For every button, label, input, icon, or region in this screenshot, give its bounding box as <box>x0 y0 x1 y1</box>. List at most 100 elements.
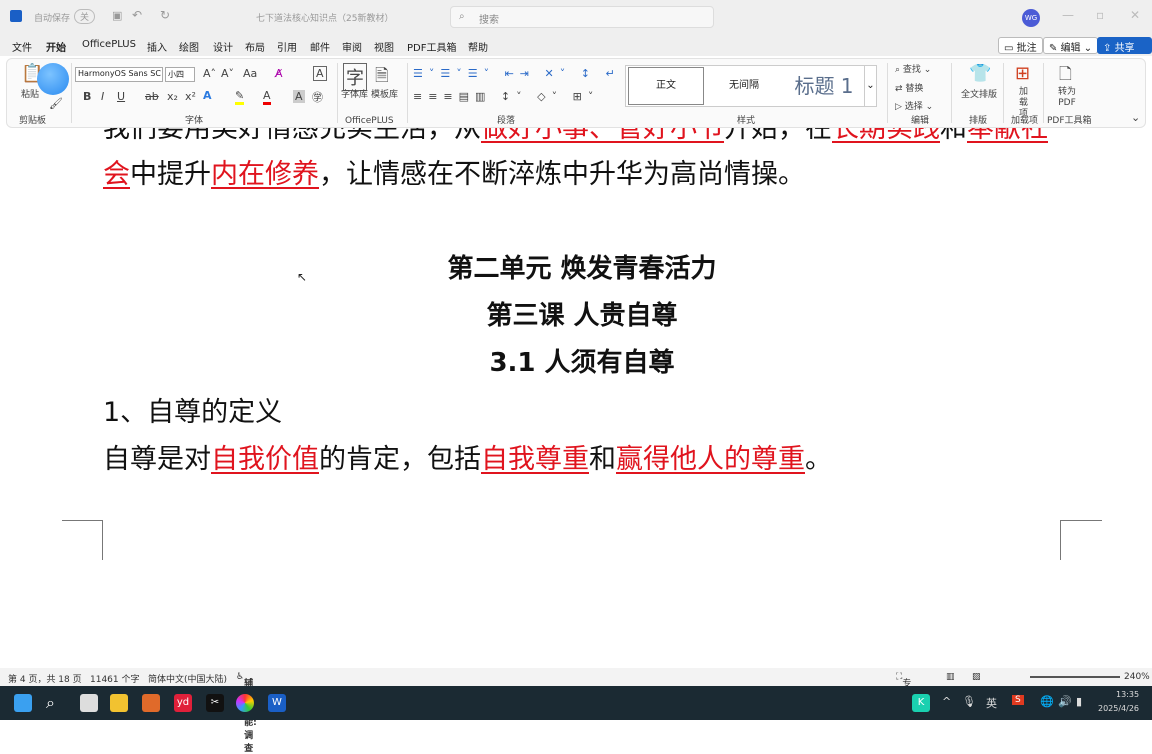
search-placeholder: 搜索 <box>479 15 499 26</box>
change-case-icon[interactable]: Aa <box>243 67 257 80</box>
maximize-button[interactable]: ▫ <box>1096 8 1104 22</box>
word-taskbar-icon[interactable]: W <box>268 694 286 712</box>
menu-review[interactable]: 审阅 <box>342 39 362 54</box>
menu-officeplus[interactable]: OfficePLUS <box>82 39 136 50</box>
underline-icon[interactable]: U <box>117 90 125 103</box>
autosave-toggle[interactable]: 关 <box>74 9 96 24</box>
microphone-icon[interactable]: 🎙 <box>962 695 976 708</box>
k-app-icon[interactable]: K <box>912 694 930 712</box>
addins-icon[interactable]: ⊞ <box>1015 63 1030 84</box>
zoom-slider[interactable] <box>1030 676 1120 678</box>
language[interactable]: 简体中文(中国大陆) <box>148 672 227 685</box>
pdf-icon[interactable]: 🗋 <box>1059 63 1072 90</box>
input-language[interactable]: 英 <box>986 695 997 711</box>
capcut-icon[interactable]: ✂ <box>206 694 224 712</box>
select-button[interactable]: ▷ 选择 ⌄ <box>895 99 933 112</box>
document-title[interactable]: 七下道法核心知识点（25新教材） <box>256 11 393 24</box>
accessibility[interactable]: ♿ 辅助功能: 调查 <box>236 672 257 754</box>
task-view-icon[interactable] <box>80 694 98 712</box>
browser-icon[interactable] <box>236 694 254 712</box>
document-page[interactable]: 我们要用美好情感充实生活，从做好小事、管好小节开始，在长期实践和奉献社 会中提升… <box>0 128 1152 658</box>
grow-font-icon[interactable]: A˄ <box>203 67 216 80</box>
underlined-keyword: 内在修养 <box>211 159 319 190</box>
menu-draw[interactable]: 绘图 <box>179 39 199 54</box>
redo-icon[interactable]: ↻ <box>160 8 170 22</box>
char-border-icon[interactable]: A <box>313 66 327 81</box>
avatar[interactable]: WG <box>1022 9 1040 27</box>
convert-pdf-label[interactable]: 转为PDF <box>1055 87 1079 109</box>
close-button[interactable]: ✕ <box>1130 8 1140 22</box>
paste-label[interactable]: 粘贴 <box>21 87 39 100</box>
subscript-icon[interactable]: x₂ <box>167 90 178 103</box>
menu-mailings[interactable]: 邮件 <box>310 39 330 54</box>
menu-pdf-toolbox[interactable]: PDF工具箱 <box>407 39 456 54</box>
collapse-ribbon-icon[interactable]: ⌄ <box>1131 111 1140 124</box>
youdao-icon[interactable]: yd <box>174 694 192 712</box>
template-library-label[interactable]: 模板库 <box>371 87 398 100</box>
underlined-keyword: 自我尊重 <box>481 444 589 475</box>
style-no-spacing[interactable]: 无间隔 <box>706 66 782 106</box>
search-input[interactable]: ⌕ 搜索 <box>450 6 714 28</box>
zoom-level[interactable]: 240% <box>1124 672 1150 682</box>
enclose-char-icon[interactable]: ㊫ <box>312 89 323 105</box>
start-icon[interactable] <box>14 694 32 712</box>
clock-date[interactable]: 2025/4/26 <box>1098 704 1139 713</box>
menu-file[interactable]: 文件 <box>12 39 32 54</box>
find-label: 查找 <box>902 65 921 75</box>
print-layout-icon[interactable]: ▨ <box>972 672 981 682</box>
sogou-icon[interactable]: S <box>1012 695 1024 705</box>
format-painter-icon[interactable]: 🖌 <box>49 97 63 110</box>
group-layout: 排版 <box>969 116 988 126</box>
menu-references[interactable]: 引用 <box>277 39 297 54</box>
shrink-font-icon[interactable]: A˅ <box>221 67 234 80</box>
highlight-icon[interactable]: ✎ <box>235 89 245 105</box>
style-heading-1[interactable]: 标题 1 <box>784 66 864 106</box>
menu-view[interactable]: 视图 <box>374 39 394 54</box>
battery-icon[interactable]: ▮ <box>1076 695 1082 708</box>
page-count[interactable]: 第 4 页，共 18 页 <box>8 672 82 685</box>
app-icon[interactable] <box>142 694 160 712</box>
comment-label: 批注 <box>1016 43 1037 54</box>
tray-overflow-icon[interactable]: ^ <box>942 695 951 708</box>
find-button[interactable]: ⌕ 查找 ⌄ <box>895 62 931 75</box>
network-icon[interactable]: 🌐 <box>1040 695 1054 708</box>
bold-icon[interactable]: B <box>83 90 91 103</box>
font-size-select[interactable]: 小四 <box>165 67 195 82</box>
menu-layout[interactable]: 布局 <box>245 39 265 54</box>
font-color-icon[interactable]: A <box>263 89 271 105</box>
replace-button[interactable]: ⇄ 替换 <box>895 81 923 94</box>
font-name-select[interactable]: HarmonyOS Sans SC <box>75 67 163 82</box>
text-effects-icon[interactable]: A <box>203 89 212 102</box>
menu-help[interactable]: 帮助 <box>468 39 488 54</box>
clear-format-icon[interactable]: A̸ <box>275 67 283 80</box>
clock-time[interactable]: 13:35 <box>1116 690 1139 699</box>
focus-mode[interactable]: ⛶ 专注 <box>896 672 911 702</box>
edit-mode-button[interactable]: ✎ 编辑 ⌄ <box>1043 37 1099 54</box>
undo-icon[interactable]: ↶ <box>132 8 142 22</box>
char-shading-icon[interactable]: A <box>293 90 305 103</box>
text-run: 。 <box>805 444 832 475</box>
styles-more-icon[interactable]: ⌄ <box>864 66 876 106</box>
search-icon[interactable]: ⌕ <box>46 694 64 712</box>
replace-label: 替换 <box>905 84 924 94</box>
comment-button[interactable]: ▭ 批注 <box>998 37 1043 54</box>
minimize-button[interactable]: — <box>1062 8 1074 22</box>
menu-home[interactable]: 开始 <box>46 39 66 54</box>
list-icons[interactable]: ☰˅☰˅☰˅ ⇤⇥ ✕˅ ↕ ↵ <box>413 67 621 80</box>
file-explorer-icon[interactable] <box>110 694 128 712</box>
italic-icon[interactable]: I <box>101 90 104 103</box>
word-count[interactable]: 11461 个字 <box>90 672 140 685</box>
style-normal[interactable]: 正文 <box>628 67 704 105</box>
read-mode-icon[interactable]: ▥ <box>946 672 955 682</box>
full-layout-label[interactable]: 全文排版 <box>961 87 997 100</box>
strikethrough-icon[interactable]: ab <box>145 90 159 103</box>
share-button[interactable]: ⇪ 共享 ⌄ <box>1097 37 1152 65</box>
menu-insert[interactable]: 插入 <box>147 39 167 54</box>
align-icons[interactable]: ≡≡≡▤▥ ↕˅ ◇˅ ⊞˅ <box>413 90 599 103</box>
volume-icon[interactable]: 🔊 <box>1058 695 1072 708</box>
font-library-label[interactable]: 字体库 <box>341 87 368 100</box>
menu-design[interactable]: 设计 <box>213 39 233 54</box>
full-layout-icon[interactable]: 👕 <box>969 63 991 84</box>
save-icon[interactable]: ▣ <box>112 9 122 22</box>
superscript-icon[interactable]: x² <box>185 90 196 103</box>
